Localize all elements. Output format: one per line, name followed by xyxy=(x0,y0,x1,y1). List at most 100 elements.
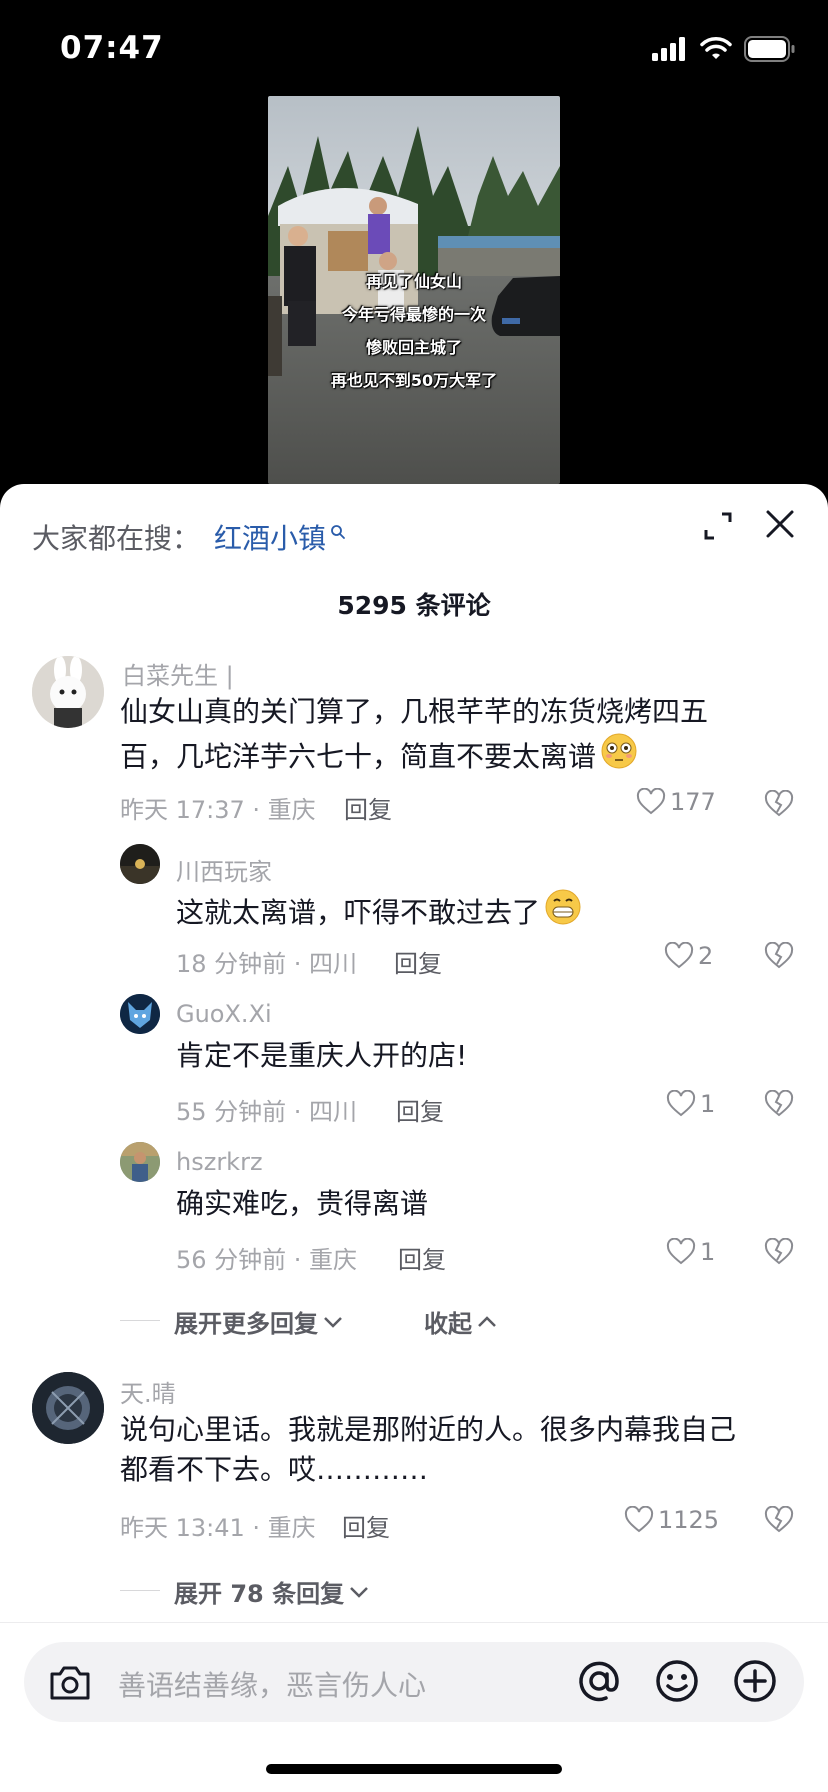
collapse-label: 收起 xyxy=(424,1310,472,1338)
expand-icon xyxy=(704,512,732,540)
like-button[interactable]: 1 xyxy=(666,1238,715,1266)
close-sheet-button[interactable] xyxy=(762,506,798,542)
divider-line xyxy=(0,1622,828,1623)
grinning-emoji-icon xyxy=(544,888,582,937)
comment-text-line-row: 百，几坨洋芋六七十，简直不要太离谱 xyxy=(120,732,780,781)
avatar[interactable] xyxy=(120,994,160,1034)
reply-text: 确实难吃，贵得离谱 xyxy=(176,1187,429,1220)
broken-heart-icon xyxy=(764,1237,794,1265)
reply-text: 这就太离谱，吓得不敢过去了 xyxy=(176,888,582,937)
chevron-up-icon xyxy=(478,1315,496,1327)
chevron-down-icon xyxy=(324,1316,342,1328)
dislike-button[interactable] xyxy=(764,789,794,822)
expand-replies-button[interactable]: 展开 78 条回复 xyxy=(174,1574,370,1609)
video-caption-line-2: 今年亏得最惨的一次 xyxy=(341,305,486,324)
broken-heart-icon xyxy=(764,1505,794,1533)
reply-author[interactable]: 川西玩家 xyxy=(176,852,272,887)
video-caption-line-4: 再也见不到50万大军了 xyxy=(330,371,498,390)
comment-author[interactable]: 天.晴 xyxy=(120,1374,176,1409)
video-player[interactable]: 再见了仙女山 今年亏得最惨的一次 惨败回主城了 再也见不到50万大军了 xyxy=(268,96,560,484)
expand-more-replies-button[interactable]: 展开更多回复 xyxy=(174,1304,344,1339)
expand-replies-label: 展开 78 条回复 xyxy=(174,1580,345,1608)
emoji-button[interactable] xyxy=(654,1658,700,1708)
reply-text-content: 这就太离谱，吓得不敢过去了 xyxy=(176,895,541,929)
broken-heart-icon xyxy=(764,789,794,817)
heart-icon xyxy=(664,942,694,969)
mention-button[interactable] xyxy=(576,1658,622,1708)
search-suggestion-prefix: 大家都在搜： xyxy=(32,522,201,555)
avatar[interactable] xyxy=(120,1142,160,1182)
reply-button[interactable]: 回复 xyxy=(396,1092,444,1127)
collapse-replies-button[interactable]: 收起 xyxy=(424,1304,498,1339)
broken-heart-icon xyxy=(764,941,794,969)
battery-icon xyxy=(744,36,796,66)
like-count: 177 xyxy=(670,788,716,816)
like-button[interactable]: 2 xyxy=(664,942,713,970)
comment-meta: 昨天 13:41 · 重庆 xyxy=(120,1514,316,1542)
like-count: 1 xyxy=(700,1238,716,1266)
status-bar: 07:47 xyxy=(0,0,828,96)
comment-count: 5295 条评论 xyxy=(337,591,491,620)
reply-meta: 56 分钟前 · 重庆 xyxy=(176,1246,358,1274)
comment-text: 仙女山真的关门算了，几根芊芊的冻货烧烤四五 百，几坨洋芋六七十，简直不要太离谱 xyxy=(120,692,780,781)
comment-text-line: 仙女山真的关门算了，几根芊芊的冻货烧烤四五 xyxy=(120,695,709,728)
like-count: 1125 xyxy=(658,1506,720,1534)
reply-button[interactable]: 回复 xyxy=(342,1508,390,1543)
add-button[interactable] xyxy=(732,1658,778,1708)
reply-author[interactable]: hszrkrz xyxy=(176,1148,263,1176)
reply-meta: 18 分钟前 · 四川 xyxy=(176,950,358,978)
comment-meta: 昨天 17:37 · 重庆 xyxy=(120,796,316,824)
avatar[interactable] xyxy=(32,656,104,728)
reply-author[interactable]: GuoX.Xi xyxy=(176,1000,272,1028)
expand-sheet-button[interactable] xyxy=(700,508,736,544)
comment-input[interactable]: 善语结善缘，恶言伤人心 xyxy=(118,1664,426,1704)
comment-input-bar: 善语结善缘，恶言伤人心 xyxy=(24,1642,804,1722)
wolf-avatar-image xyxy=(120,994,160,1034)
reply-meta: 55 分钟前 · 四川 xyxy=(176,1098,358,1126)
reply-button[interactable]: 回复 xyxy=(394,944,442,979)
dislike-button[interactable] xyxy=(764,941,794,974)
divider-line xyxy=(120,1590,160,1591)
person-avatar-image xyxy=(120,1142,160,1182)
close-icon xyxy=(766,510,794,538)
dark-avatar-image xyxy=(32,1372,104,1444)
heart-icon xyxy=(666,1090,696,1117)
heart-icon xyxy=(624,1506,654,1533)
flushed-emoji-icon xyxy=(600,732,638,781)
chevron-down-icon xyxy=(350,1586,368,1598)
comment-text-line: 百，几坨洋芋六七十，简直不要太离谱 xyxy=(120,739,597,773)
emoji-icon xyxy=(656,1660,698,1702)
like-button[interactable]: 1125 xyxy=(624,1506,719,1534)
reply-button[interactable]: 回复 xyxy=(398,1240,446,1275)
comment-text-line: 说句心里话。我就是那附近的人。很多内幕我自己 xyxy=(120,1413,737,1446)
camera-button[interactable] xyxy=(48,1662,92,1706)
status-icons xyxy=(652,36,796,66)
reply-button[interactable]: 回复 xyxy=(344,790,392,825)
like-button[interactable]: 1 xyxy=(666,1090,715,1118)
signal-icon xyxy=(652,37,688,65)
reply-text: 肯定不是重庆人开的店! xyxy=(176,1039,468,1072)
search-suggestion-term[interactable]: 红酒小镇 xyxy=(214,517,326,557)
dislike-button[interactable] xyxy=(764,1505,794,1538)
heart-icon xyxy=(636,788,666,815)
plus-icon xyxy=(734,1660,776,1702)
dislike-button[interactable] xyxy=(764,1237,794,1270)
video-caption-line-3: 惨败回主城了 xyxy=(365,338,462,357)
comment-author[interactable]: 白菜先生 | xyxy=(122,656,234,691)
search-suggestion: 大家都在搜： 红酒小镇 xyxy=(32,514,346,560)
comment-text-line: 都看不下去。哎………… xyxy=(120,1453,429,1486)
avatar[interactable] xyxy=(32,1372,104,1444)
avatar[interactable] xyxy=(120,844,160,884)
divider-line xyxy=(120,1320,160,1321)
like-count: 2 xyxy=(698,942,714,970)
dislike-button[interactable] xyxy=(764,1089,794,1122)
home-indicator[interactable] xyxy=(266,1764,562,1774)
search-small-icon xyxy=(330,514,346,547)
expand-more-label: 展开更多回复 xyxy=(174,1310,318,1338)
like-button[interactable]: 177 xyxy=(636,788,716,816)
at-icon xyxy=(579,1661,619,1702)
like-count: 1 xyxy=(700,1090,716,1118)
status-time: 07:47 xyxy=(60,30,164,66)
camera-icon xyxy=(50,1666,90,1700)
heart-icon xyxy=(666,1238,696,1265)
